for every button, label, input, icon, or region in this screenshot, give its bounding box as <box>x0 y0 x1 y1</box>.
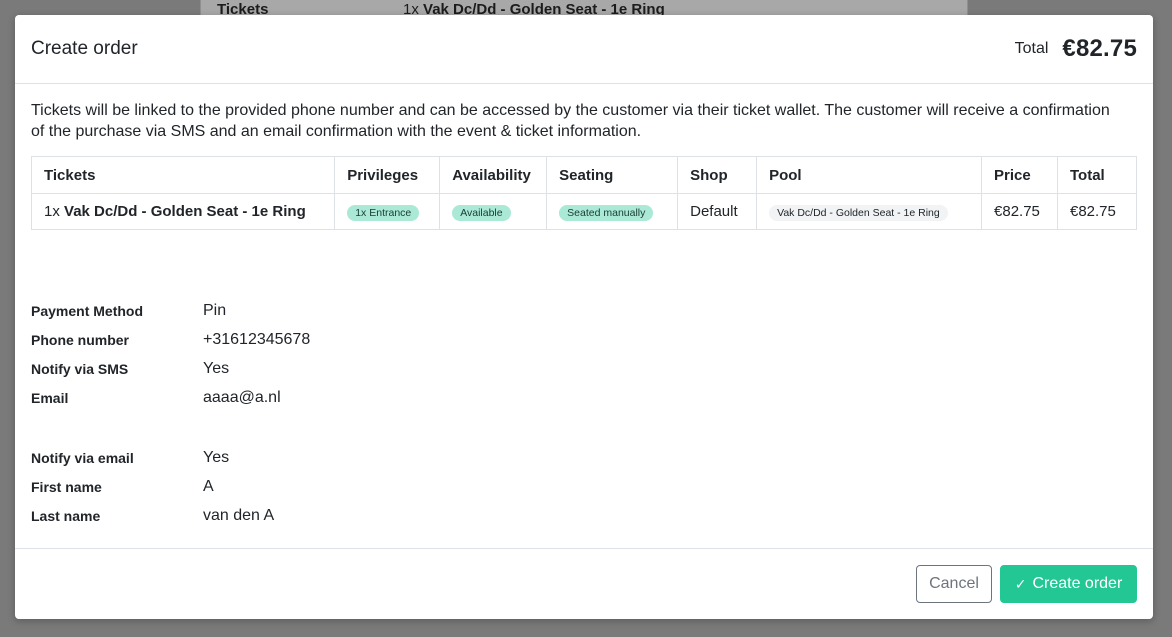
cell-availability: Available <box>439 193 548 230</box>
cell-seating: Seated manually <box>546 193 679 230</box>
create-order-label: Create order <box>1032 575 1123 592</box>
column-header-tickets: Tickets <box>30 156 336 194</box>
check-icon: ✓ <box>1014 575 1027 592</box>
order-details: Payment Method Pin Phone number +3161234… <box>31 296 1137 530</box>
modal-footer: Cancel ✓ Create order <box>15 548 1153 619</box>
pool-badge: Vak Dc/Dd - Golden Seat - 1e Ring <box>769 204 948 221</box>
table-header-row: Tickets Privileges Availability Seating … <box>30 156 1138 194</box>
column-header-seating: Seating <box>546 156 679 194</box>
modal-header: Create order Total €82.75 <box>15 15 1153 84</box>
cell-privileges: 1x Entrance <box>334 193 441 230</box>
cell-total: €82.75 <box>1056 193 1138 230</box>
background-page: Tickets 1x Vak Dc/Dd - Golden Seat - 1e … <box>200 0 968 16</box>
header-total: Total €82.75 <box>1015 35 1137 63</box>
cell-ticket: 1x Vak Dc/Dd - Golden Seat - 1e Ring <box>30 193 336 230</box>
detail-first-name: First name A <box>31 477 214 495</box>
tickets-table: Tickets Privileges Availability Seating … <box>30 156 1138 230</box>
background-tickets-value: 1x Vak Dc/Dd - Golden Seat - 1e Ring <box>403 1 665 16</box>
detail-notify-sms: Notify via SMS Yes <box>31 359 230 377</box>
seating-badge: Seated manually <box>559 204 654 221</box>
intro-text: Tickets will be linked to the provided p… <box>31 102 1110 140</box>
detail-email: Email aaaa@a.nl <box>31 388 281 406</box>
table-row: 1x Vak Dc/Dd - Golden Seat - 1e Ring 1x … <box>30 193 1138 230</box>
column-header-price: Price <box>981 156 1058 194</box>
column-header-pool: Pool <box>756 156 983 194</box>
detail-notify-email: Notify via email Yes <box>31 448 230 466</box>
privileges-badge: 1x Entrance <box>347 204 420 221</box>
detail-phone-number: Phone number +31612345678 <box>31 330 311 348</box>
column-header-privileges: Privileges <box>334 156 441 194</box>
details-spacer <box>31 412 1137 443</box>
create-order-modal: Create order Total €82.75 Tickets will b… <box>15 15 1153 619</box>
ticket-name: Vak Dc/Dd - Golden Seat - 1e Ring <box>64 203 306 220</box>
modal-body: Tickets will be linked to the provided p… <box>15 84 1153 548</box>
detail-last-name: Last name van den A <box>31 506 275 524</box>
column-header-shop: Shop <box>677 156 758 194</box>
cancel-button[interactable]: Cancel <box>916 565 992 603</box>
column-header-total: Total <box>1056 156 1138 194</box>
create-order-button[interactable]: ✓ Create order <box>1000 565 1137 603</box>
cell-price: €82.75 <box>981 193 1058 230</box>
total-label: Total <box>1014 40 1049 57</box>
column-header-availability: Availability <box>439 156 548 194</box>
ticket-qty: 1x <box>44 203 60 220</box>
total-amount: €82.75 <box>1062 35 1137 62</box>
background-tickets-label: Tickets <box>217 1 269 16</box>
modal-title: Create order <box>31 38 138 59</box>
detail-payment-method: Payment Method Pin <box>31 301 227 319</box>
cell-shop: Default <box>677 193 758 230</box>
availability-badge: Available <box>452 204 511 221</box>
cell-pool: Vak Dc/Dd - Golden Seat - 1e Ring <box>756 193 983 230</box>
